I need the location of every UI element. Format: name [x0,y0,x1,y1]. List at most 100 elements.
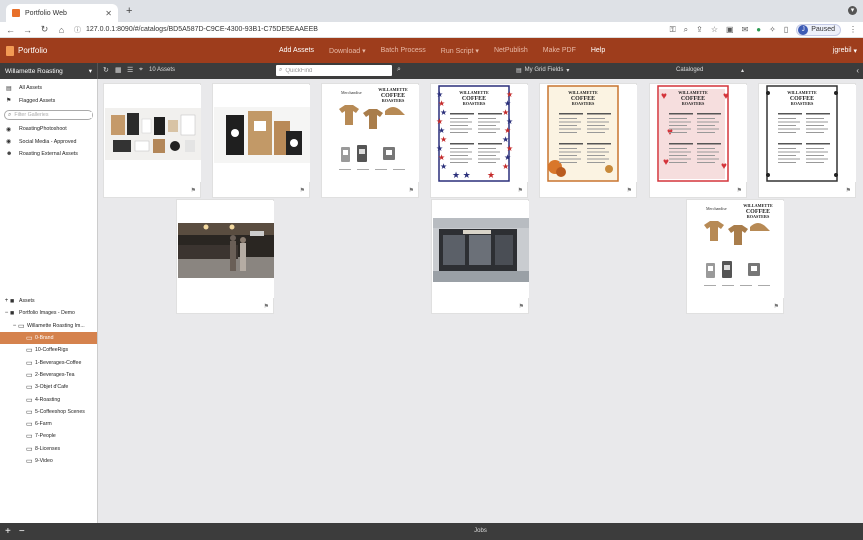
flag-icon[interactable]: ⚑ [627,187,632,194]
asset-card[interactable]: ⚑ [176,199,274,314]
menu-batch-process[interactable]: Batch Process [381,47,426,54]
asset-thumbnail[interactable]: WILLAMETTE COFFEE ROASTERS [760,85,856,182]
quickfind-input[interactable] [285,67,386,74]
collapse-icon[interactable]: − [11,323,18,329]
list-view-icon[interactable]: ☰ [127,66,133,74]
menu-make-pdf[interactable]: Make PDF [543,47,576,54]
folder-item[interactable]: ▭ 9-Video [0,455,97,467]
grid-fields-dropdown[interactable]: ▤ My Grid Fields ▾ [516,67,569,74]
asset-card[interactable]: WILLAMETTE COFFEE ROASTERS ⚑ [758,83,856,198]
catalog-selector[interactable]: Willamette Roasting ▾ [0,63,98,79]
flag-icon[interactable]: ⚑ [264,303,269,310]
asset-card[interactable]: ⚑ [431,199,529,314]
flag-icon[interactable]: ⚑ [737,187,742,194]
menu-download[interactable]: Download ▾ [329,47,366,55]
folder-item[interactable]: ▭ 5-Coffeeshop Scenes [0,406,97,418]
asset-thumbnail[interactable]: WILLAMETTE COFFEE ROASTERS [541,85,637,182]
location-pin-icon[interactable]: ⌖ [139,66,143,74]
reload-icon[interactable]: ↻ [40,24,49,35]
menu-netpublish[interactable]: NetPublish [494,47,528,54]
refresh-icon[interactable]: ↻ [103,66,109,74]
menu-run-script[interactable]: Run Script ▾ [441,47,479,55]
folder-item[interactable]: ▭ 3-Objet d'Cafe [0,381,97,393]
folder-item[interactable]: ▭ 0-Brand [0,331,97,345]
sidepanel-icon[interactable]: ▯ [784,25,788,34]
collapse-panel-icon[interactable]: ‹ [856,66,859,75]
camera-icon[interactable]: ▣ [726,25,734,34]
folder-item[interactable]: ▭ 6-Farm [0,418,97,430]
asset-thumbnail[interactable]: ♥ ♥ ♥ ♥ ♥ WILLAMETTE COFFEE ROASTERS [651,85,747,182]
menu-help[interactable]: Help [591,47,605,54]
asset-card[interactable]: ★ ★ ★ ★ ★ ★ ★ ★ ★ ★ ★ ★ ★ ★ ★ ★ ★ ★ ★ ★ ★ WILLAMETTE COFFEE… [430,83,528,198]
gallery-item[interactable]: ◉ RoastingPhotoshoot [0,123,97,136]
flag-icon[interactable]: ⚑ [300,187,305,194]
back-icon[interactable]: ← [6,25,15,35]
home-icon[interactable]: ⌂ [57,25,66,35]
asset-thumbnail[interactable] [105,85,201,182]
asset-card[interactable]: ⚑ [103,83,201,198]
app-brand[interactable]: Portfolio [0,45,150,56]
folder-item[interactable]: ▭ 7-People [0,430,97,442]
flag-icon[interactable]: ⚑ [191,187,196,194]
share-icon[interactable]: ⇪ [696,25,703,34]
folder-item[interactable]: ▭ 10-CoffeeRigs [0,344,97,356]
sidebar-item-flagged-assets[interactable]: ⚑ Flagged Assets [0,95,97,108]
tab-close-icon[interactable]: ✕ [105,9,112,18]
expand-icon[interactable]: + [3,298,10,304]
browser-tab[interactable]: Portfolio Web ✕ [6,4,118,22]
quickfind-field[interactable]: ⌕ [276,65,392,76]
gallery-filter-input[interactable] [14,112,92,118]
flag-icon[interactable]: ⚑ [409,187,414,194]
gallery-item[interactable]: ◉ Social Media - Approved [0,136,97,149]
gallery-item[interactable]: ☻ Roasting External Assets [0,148,97,161]
asset-card[interactable]: ⚑ [212,83,310,198]
jobs-bar[interactable]: Jobs [98,523,863,540]
forward-icon[interactable]: → [23,25,32,35]
flag-icon[interactable]: ⚑ [519,303,524,310]
gallery-filter[interactable]: ⌕ [4,110,93,120]
new-tab-icon[interactable]: + [126,5,132,17]
browser-menu-icon[interactable]: ⋮ [849,25,857,34]
folder-item[interactable]: ▭ 4-Roasting [0,393,97,405]
asset-thumbnail[interactable]: ★ ★ ★ ★ ★ ★ ★ ★ ★ ★ ★ ★ ★ ★ ★ ★ ★ ★ ★ ★ ★ WILLAMETTE COFFEE… [432,85,528,182]
asset-thumbnail[interactable]: Merchandise WILLAMETTE COFFEE ROASTERS [323,85,419,182]
sort-ascending-icon[interactable]: ▴ [741,67,744,74]
remove-folder-button[interactable]: − [19,526,25,537]
sidebar-item-all-assets[interactable]: ▤ All Assets [0,82,97,95]
asset-thumbnail[interactable] [214,85,310,182]
mail-icon[interactable]: ✉ [742,25,749,34]
asset-card[interactable]: Merchandise WILLAMETTE COFFEE ROASTERS ⚑ [321,83,419,198]
folder-item[interactable]: ▭ 2-Beverages-Tea [0,369,97,381]
menu-add-assets[interactable]: Add Assets [279,47,314,54]
address-bar[interactable]: ⓘ 127.0.0.1:8090/#/catalogs/BD5A587D-C9C… [74,23,662,36]
folder-item[interactable]: ▭ 8-Licenses [0,443,97,455]
window-menu-icon[interactable]: ▾ [848,6,857,15]
flag-icon[interactable]: ⚑ [846,187,851,194]
flag-icon[interactable]: ⚑ [774,303,779,310]
key-icon[interactable]: ⚿ [670,25,676,35]
asset-thumbnail[interactable] [433,201,529,298]
asset-card[interactable]: ♥ ♥ ♥ ♥ ♥ WILLAMETTE COFFEE ROASTERS ⚑ [649,83,747,198]
zoom-icon[interactable]: ⌕ [684,25,688,35]
folder-item[interactable]: + ■ Assets [0,295,97,307]
folder-item[interactable]: ▭ 1-Beverages-Coffee [0,356,97,368]
grid-view-icon[interactable]: ▦ [115,66,122,74]
flag-icon[interactable]: ⚑ [518,187,523,194]
folder-item[interactable]: − ▭ Willamette Roasting Im... [0,320,97,332]
asset-card[interactable]: WILLAMETTE COFFEE ROASTERS ⚑ [539,83,637,198]
advanced-search-icon[interactable]: ⌕ [397,66,401,74]
extensions-icon[interactable]: ✧ [769,25,776,34]
profile-button[interactable]: J Paused [796,23,841,36]
folder-icon: ▭ [26,433,33,441]
site-info-icon[interactable]: ⓘ [74,25,81,35]
asset-thumbnail[interactable] [178,201,274,298]
user-menu[interactable]: jgrebil ▾ [833,38,857,63]
asset-thumbnail[interactable]: Merchandise WILLAMETTE COFFEE ROASTERS [688,201,784,298]
sort-dropdown[interactable]: Cataloged ▴ [676,67,744,74]
add-folder-button[interactable]: + [5,526,11,537]
asset-card[interactable]: Merchandise WILLAMETTE COFFEE ROASTERS ⚑ [686,199,784,314]
folder-item[interactable]: − ■ Portfolio Images - Demo [0,307,97,319]
bookmark-star-icon[interactable]: ☆ [711,25,718,34]
extension-status-icon[interactable]: ● [756,25,761,34]
collapse-icon[interactable]: − [3,310,10,316]
